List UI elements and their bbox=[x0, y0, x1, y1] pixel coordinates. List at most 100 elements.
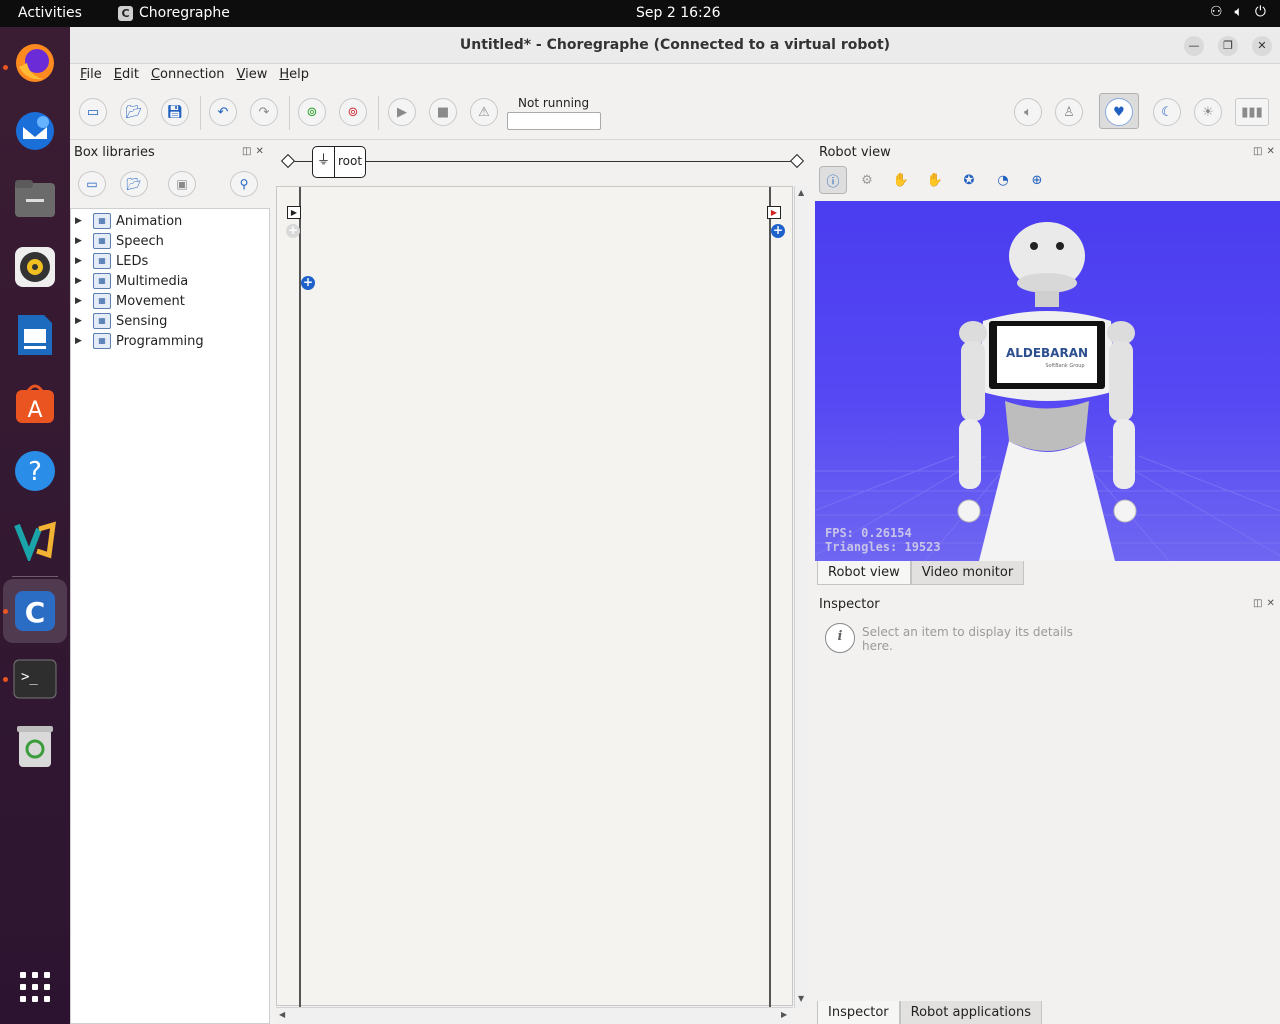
files-icon[interactable] bbox=[11, 175, 59, 223]
run-progress-bar bbox=[507, 112, 601, 130]
show-apps-icon[interactable] bbox=[11, 963, 59, 1011]
trash-icon[interactable] bbox=[11, 723, 59, 771]
panel-float-close-icons[interactable]: ◫✕ bbox=[1253, 146, 1279, 157]
menu-connection[interactable]: Connection bbox=[151, 64, 231, 84]
tab-video-monitor[interactable]: Video monitor bbox=[910, 561, 1025, 585]
add-output-icon[interactable]: + bbox=[771, 224, 785, 238]
save-project-icon[interactable]: 💾︎ bbox=[161, 98, 189, 126]
menu-help[interactable]: Help bbox=[279, 64, 315, 84]
zoom-icon[interactable]: ⊕ bbox=[1023, 166, 1051, 194]
minimize-button[interactable]: — bbox=[1184, 36, 1204, 56]
vscode-like-icon[interactable] bbox=[11, 515, 59, 563]
tab-robot-applications[interactable]: Robot applications bbox=[899, 1001, 1042, 1024]
add-input-icon[interactable]: + bbox=[286, 224, 300, 238]
tree-item-label: Speech bbox=[116, 233, 164, 249]
activities-button[interactable]: Activities bbox=[18, 5, 82, 21]
new-project-icon[interactable]: ▭ bbox=[79, 98, 107, 126]
tree-item[interactable]: ▶ ▦ Movement bbox=[75, 291, 185, 311]
close-button[interactable]: ✕ bbox=[1252, 36, 1272, 56]
tree-item-label: Movement bbox=[116, 293, 185, 309]
svg-text:C: C bbox=[25, 596, 46, 629]
joints-icon[interactable]: ⚙ bbox=[853, 166, 881, 194]
scroll-left-icon[interactable]: ◀ bbox=[279, 1010, 285, 1019]
tree-item[interactable]: ▶ ▦ Animation bbox=[75, 211, 182, 231]
tab-inspector[interactable]: Inspector bbox=[817, 1001, 900, 1024]
expand-arrow-icon[interactable]: ▶ bbox=[75, 316, 89, 326]
network-icon[interactable]: ⚇ bbox=[1210, 4, 1223, 20]
menu-file[interactable]: File bbox=[80, 64, 108, 84]
library-options-icon[interactable]: ▣ bbox=[168, 171, 196, 197]
scroll-up-icon[interactable]: ▲ bbox=[798, 188, 804, 197]
redo-icon[interactable]: ↷ bbox=[250, 98, 278, 126]
horizontal-scrollbar[interactable]: ◀ ▶ bbox=[276, 1007, 793, 1023]
play-icon[interactable]: ▶ bbox=[388, 98, 416, 126]
add-parameter-icon[interactable]: + bbox=[301, 276, 315, 290]
help-icon[interactable]: ? bbox=[11, 447, 59, 495]
disconnect-icon[interactable]: ⊚ bbox=[339, 98, 367, 126]
stop-icon[interactable]: ■ bbox=[429, 98, 457, 126]
animation-mode-icon[interactable]: ♙ bbox=[1055, 98, 1083, 126]
debug-warning-icon[interactable]: ⚠ bbox=[470, 98, 498, 126]
expand-arrow-icon[interactable]: ▶ bbox=[75, 296, 89, 306]
expand-arrow-icon[interactable]: ▶ bbox=[75, 336, 89, 346]
rhythmbox-icon[interactable] bbox=[11, 243, 59, 291]
flow-canvas[interactable]: ▶ + + ▶ + bbox=[276, 186, 793, 1007]
tab-robot-view[interactable]: Robot view bbox=[817, 561, 911, 585]
robot-scene: ALDEBARAN SoftBank Group bbox=[815, 222, 1280, 561]
app-indicator[interactable]: C Choregraphe bbox=[118, 5, 230, 21]
vertical-scrollbar[interactable]: ▲ ▼ bbox=[794, 186, 809, 1008]
rest-moon-icon[interactable]: ☾ bbox=[1153, 98, 1181, 126]
system-tray[interactable]: ⚇ 🔈︎ ⏻ bbox=[1210, 4, 1266, 20]
scroll-down-icon[interactable]: ▼ bbox=[798, 994, 804, 1003]
tree-item[interactable]: ▶ ▦ Sensing bbox=[75, 311, 167, 331]
writer-icon[interactable] bbox=[11, 311, 59, 359]
expand-arrow-icon[interactable]: ▶ bbox=[75, 276, 89, 286]
expand-arrow-icon[interactable]: ▶ bbox=[75, 216, 89, 226]
robot-3d-view[interactable]: ALDEBARAN SoftBank Group FPS: 0.26154 Tr… bbox=[815, 201, 1280, 561]
canvas-left-border bbox=[299, 187, 301, 1007]
new-library-icon[interactable]: ▭ bbox=[78, 171, 106, 197]
open-project-icon[interactable]: 📂︎ bbox=[120, 98, 148, 126]
robot-view-panel: Robot view ◫✕ ⓘ ⚙ ✋ ✋ ✪ ◔ ⊕ ALDEBARAN So… bbox=[815, 141, 1280, 1024]
undo-icon[interactable]: ↶ bbox=[209, 98, 237, 126]
tree-item[interactable]: ▶ ▦ Speech bbox=[75, 231, 164, 251]
title-bar[interactable]: Untitled* - Choregraphe (Connected to a … bbox=[70, 27, 1280, 64]
open-library-icon[interactable]: 📂︎ bbox=[120, 171, 148, 197]
expand-arrow-icon[interactable]: ▶ bbox=[75, 256, 89, 266]
expand-arrow-icon[interactable]: ▶ bbox=[75, 236, 89, 246]
sensors-icon[interactable]: ◔ bbox=[989, 166, 1017, 194]
choregraphe-icon[interactable]: C bbox=[11, 587, 59, 635]
tree-item[interactable]: ▶ ▦ Programming bbox=[75, 331, 204, 351]
right-arm-icon[interactable]: ✋ bbox=[921, 166, 949, 194]
terminal-icon[interactable]: >_ bbox=[11, 655, 59, 703]
panel-float-close-icons[interactable]: ◫✕ bbox=[242, 146, 268, 157]
firefox-icon[interactable] bbox=[11, 39, 59, 87]
onstart-input-port-icon[interactable]: ▶ bbox=[287, 206, 301, 219]
panel-float-close-icons[interactable]: ◫✕ bbox=[1253, 598, 1279, 609]
search-library-icon[interactable]: ⚲ bbox=[230, 171, 258, 197]
connect-icon[interactable]: ⊚ bbox=[298, 98, 326, 126]
scroll-right-icon[interactable]: ▶ bbox=[781, 1010, 787, 1019]
tree-item[interactable]: ▶ ▦ Multimedia bbox=[75, 271, 188, 291]
menu-edit[interactable]: Edit bbox=[114, 64, 145, 84]
body-icon[interactable]: ✪ bbox=[955, 166, 983, 194]
robot-view-toolbar: ⓘ ⚙ ✋ ✋ ✪ ◔ ⊕ bbox=[819, 166, 1051, 196]
maximize-button[interactable]: ❐ bbox=[1218, 36, 1238, 56]
info-icon[interactable]: ⓘ bbox=[819, 166, 847, 194]
menu-view[interactable]: View bbox=[237, 64, 274, 84]
thunderbird-icon[interactable] bbox=[11, 107, 59, 155]
tree-item-label: Animation bbox=[116, 213, 183, 229]
wake-up-sun-icon[interactable]: ☀ bbox=[1194, 98, 1222, 126]
app-center-icon[interactable]: A bbox=[11, 379, 59, 427]
left-arm-icon[interactable]: ✋ bbox=[887, 166, 915, 194]
volume-icon[interactable]: 🔈︎ bbox=[1235, 4, 1243, 20]
toolbar-separator bbox=[200, 96, 201, 130]
heart-icon[interactable]: ♥ bbox=[1105, 98, 1133, 126]
power-icon[interactable]: ⏻ bbox=[1255, 4, 1266, 20]
run-status-label: Not running bbox=[518, 96, 590, 110]
clock[interactable]: Sep 2 16:26 bbox=[636, 5, 721, 21]
volume-icon[interactable]: 🔈︎ bbox=[1014, 98, 1042, 126]
onstopped-output-port-icon[interactable]: ▶ bbox=[767, 206, 781, 219]
tree-item[interactable]: ▶ ▦ LEDs bbox=[75, 251, 148, 271]
root-breadcrumb[interactable]: ⏚ root bbox=[312, 146, 366, 178]
